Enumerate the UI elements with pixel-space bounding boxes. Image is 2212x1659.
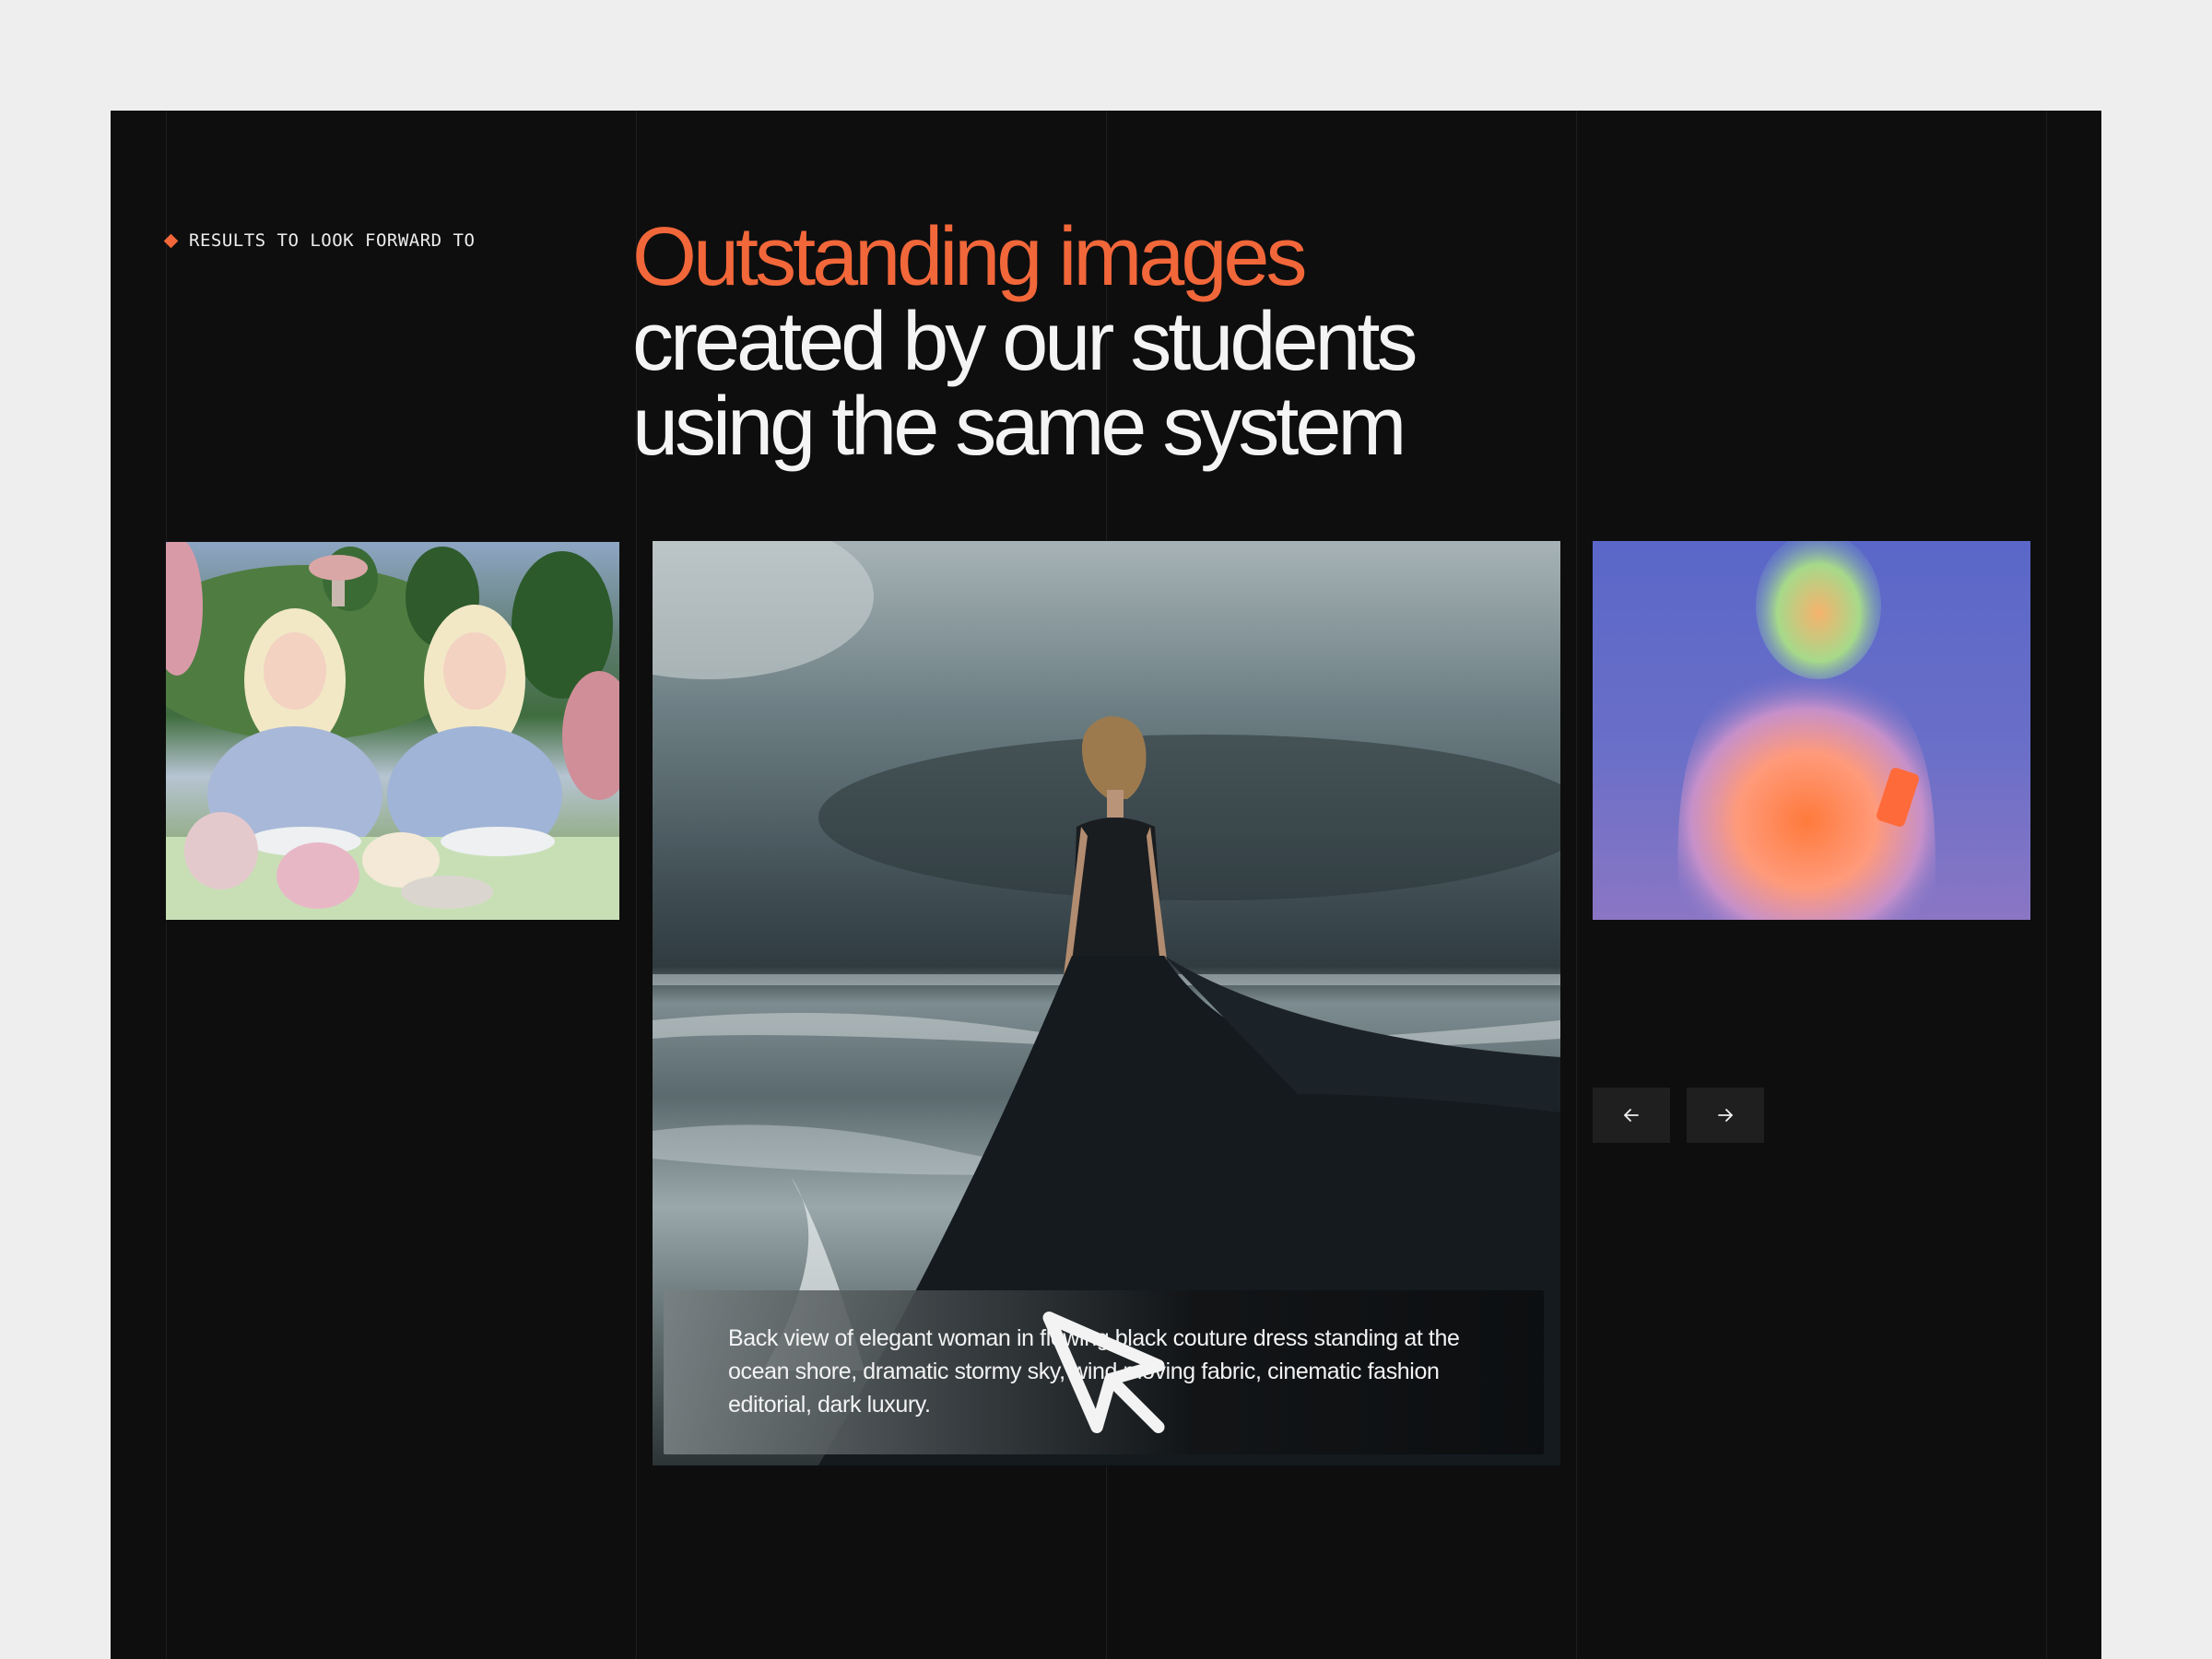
carousel-next-button[interactable] <box>1687 1088 1764 1143</box>
headline-line-3: using the same system <box>632 381 1406 473</box>
section-eyebrow: RESULTS TO LOOK FORWARD TO <box>163 230 476 251</box>
image-caption-text: Back view of elegant woman in flowing bl… <box>728 1325 1460 1418</box>
headline-line-2: created by our students <box>632 296 1418 388</box>
diamond-bullet-icon <box>163 233 179 248</box>
results-section: RESULTS TO LOOK FORWARD TO Outstanding i… <box>111 111 2101 1659</box>
carousel-prev-button[interactable] <box>1593 1088 1670 1143</box>
tea-party-illustration <box>166 542 619 920</box>
arrow-right-icon <box>1718 1109 1733 1122</box>
image-caption-card: Back view of elegant woman in flowing bl… <box>664 1290 1544 1454</box>
arrow-left-icon <box>1624 1109 1639 1122</box>
eyebrow-label: RESULTS TO LOOK FORWARD TO <box>189 230 476 251</box>
gradient-figure-illustration <box>1677 541 1936 920</box>
headline-accent-line: Outstanding images <box>632 211 1307 303</box>
section-headline: Outstanding images created by our studen… <box>632 215 1738 469</box>
gallery-image-ocean-dress[interactable]: Back view of elegant woman in flowing bl… <box>653 541 1560 1465</box>
gallery-image-gradient-figure[interactable] <box>1593 541 2030 920</box>
gallery-image-tea-party[interactable] <box>166 542 619 920</box>
grid-line <box>2046 111 2047 1659</box>
